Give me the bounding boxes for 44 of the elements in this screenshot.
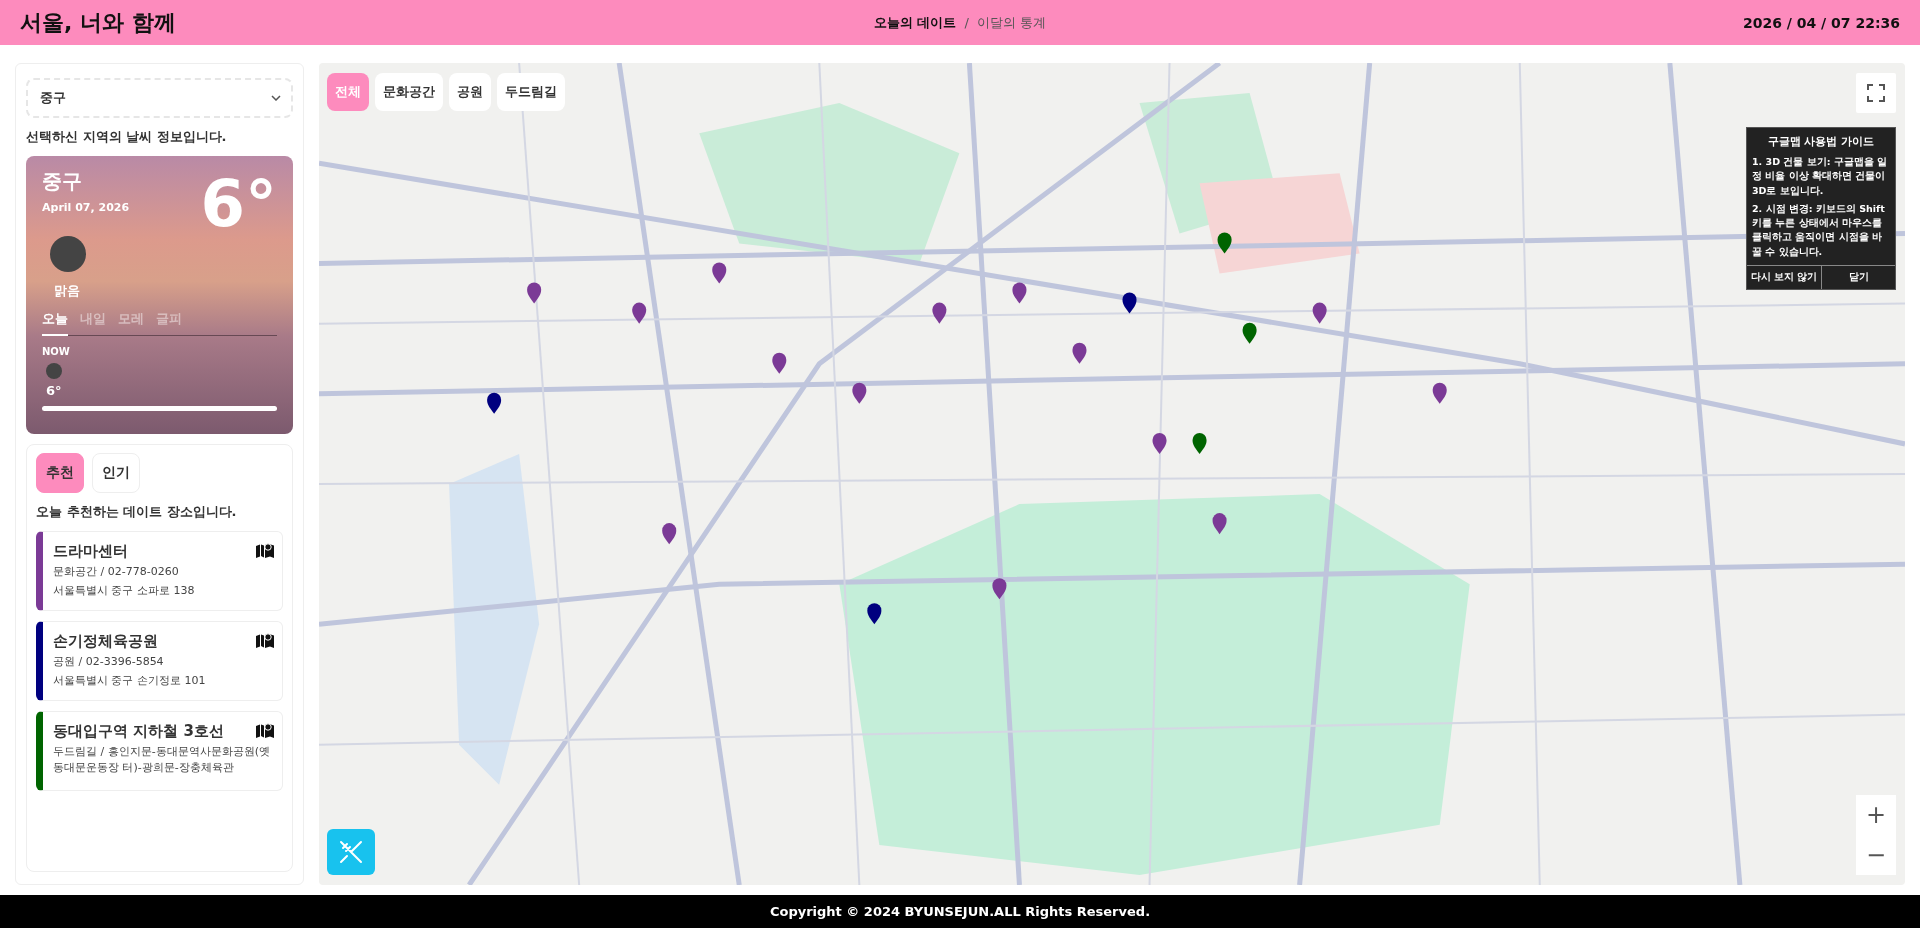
- place-address: 서울특별시 중구 손기정로 101: [53, 672, 207, 689]
- weather-condition: 맑음: [54, 282, 81, 300]
- hourly-time: NOW: [42, 346, 71, 357]
- current-datetime: 2026 / 04 / 07 22:36: [1742, 14, 1900, 31]
- place-card[interactable]: 손기정체육공원 공원 / 02-3396-5854 서울특별시 중구 손기정로 101: [36, 621, 283, 701]
- place-address: 서울특별시 중구 소파로 138: [53, 582, 196, 599]
- recommendation-tab[interactable]: 인기: [92, 453, 140, 493]
- copyright-text: Copyright © 2024 BYUNSEJUN.ALL Rights Reserved.: [0, 895, 1920, 928]
- place-info: 문화공간 / 02-778-0260: [53, 564, 180, 580]
- place-name: 드라마센터: [53, 542, 128, 561]
- recommendation-tab[interactable]: 추천: [36, 453, 84, 493]
- place-info: 공원 / 02-3396-5854: [53, 654, 165, 670]
- fullscreen-button[interactable]: [1856, 73, 1896, 113]
- fullscreen-icon: [1867, 84, 1885, 102]
- recommendation-intro: 오늘 추천하는 데이트 장소입니다.: [36, 503, 238, 521]
- nav-link[interactable]: 오늘의 데이트: [873, 13, 957, 32]
- weather-intro: 선택하신 지역의 날씨 정보입니다.: [26, 128, 228, 146]
- weather-temperature: 6°: [200, 172, 277, 236]
- place-name: 동대입구역 지하철 3호선: [53, 722, 224, 741]
- weather-icon: [50, 236, 86, 272]
- chevron-down-icon: [271, 95, 281, 101]
- map-pin-icon[interactable]: [256, 632, 274, 648]
- category-filter[interactable]: 공원: [449, 73, 491, 111]
- nav-link[interactable]: 이달의 통계: [976, 13, 1047, 32]
- guide-step: 2. 시점 변경: 키보드의 Shift 키를 누른 상태에서 마우스를 클릭하고 움직이면 시점을 바꿀 수 있습니다.: [1747, 199, 1895, 261]
- hourly-weather-icon: [46, 363, 62, 379]
- hourly-temperature: 6°: [46, 383, 63, 398]
- guide-step: 1. 3D 건물 보기: 구글맵을 일정 비율 이상 확대하면 건물이 3D로 보입니다.: [1747, 153, 1895, 200]
- category-filter[interactable]: 문화공간: [375, 73, 443, 111]
- site-title: 서울, 너와 함께: [20, 8, 177, 37]
- weather-district: 중구: [42, 168, 83, 195]
- place-name: 손기정체육공원: [53, 632, 158, 651]
- nav-separator: /: [964, 15, 969, 30]
- weather-date: April 07, 2026: [42, 201, 130, 214]
- guide-button[interactable]: 닫기: [1821, 265, 1895, 289]
- guide-title: 구글맵 사용법 가이드: [1766, 134, 1876, 150]
- guide-button[interactable]: 다시 보지 않기: [1747, 265, 1821, 289]
- place-card[interactable]: 드라마센터 문화공간 / 02-778-0260 서울특별시 중구 소파로 138: [36, 531, 283, 611]
- district-select[interactable]: 중구: [26, 78, 293, 118]
- category-filter[interactable]: 두드림길: [497, 73, 565, 111]
- place-info: 두드림길 / 흥인지문-동대문역사문화공원(옛 동대문운동장 터)-광희문-장충체육관: [53, 744, 271, 776]
- place-card[interactable]: 동대입구역 지하철 3호선 두드림길 / 흥인지문-동대문역사문화공원(옛 동대문운동장 터)-광희문-장충체육관: [36, 711, 283, 791]
- map-pin-icon[interactable]: [256, 542, 274, 558]
- map-pin-icon[interactable]: [256, 722, 274, 738]
